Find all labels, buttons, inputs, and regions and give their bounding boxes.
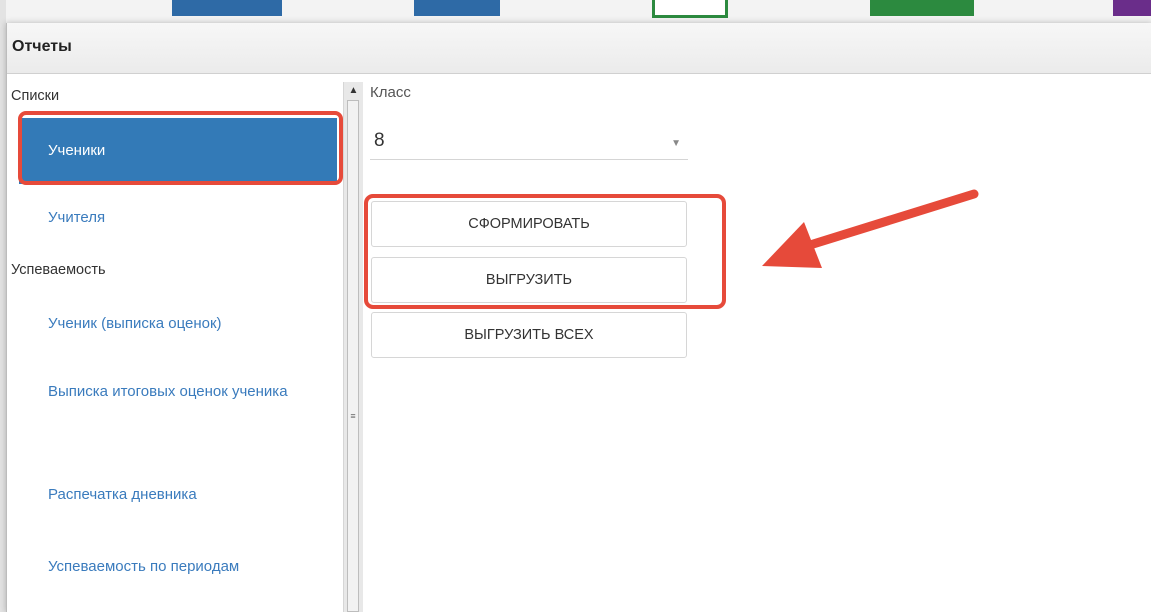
- background-tile-icon: [414, 0, 500, 16]
- scroll-up-arrow-icon[interactable]: ▲: [344, 82, 363, 99]
- group-label-performance: Успеваемость: [11, 262, 106, 278]
- sidebar-item-teachers[interactable]: Учителя: [16, 202, 337, 234]
- scrollbar-thumb[interactable]: ≡: [347, 100, 359, 612]
- background-tile-icon: [172, 0, 282, 16]
- grip-icon: ≡: [350, 411, 356, 421]
- background-tile-icon: [1113, 0, 1151, 16]
- sidebar-item-period-performance[interactable]: Успеваемость по периодам: [16, 551, 337, 583]
- group-label-lists: Списки: [11, 88, 60, 104]
- dialog-title: Отчеты: [12, 38, 72, 55]
- chevron-down-icon[interactable]: ▼: [671, 138, 681, 149]
- background-tile-icon: [652, 0, 728, 18]
- sidebar-item-final-grades[interactable]: Выписка итоговых оценок ученика: [16, 375, 296, 409]
- dialog-header: Отчеты: [7, 23, 1151, 74]
- sidebar-item-students[interactable]: Ученики: [19, 118, 337, 184]
- screen: Отчеты Списки Ученики Учителя Успеваемос…: [0, 0, 1151, 612]
- class-label: Класс: [370, 84, 411, 101]
- export-all-button[interactable]: ВЫГРУЗИТЬ ВСЕХ: [371, 312, 687, 358]
- reports-sidebar: Списки Ученики Учителя Успеваемость Учен…: [8, 74, 345, 612]
- class-select-value: 8: [374, 130, 385, 151]
- sidebar-scrollbar[interactable]: ▲ ≡: [343, 82, 363, 612]
- background-app-toolbar: [0, 0, 1151, 24]
- annotation-arrow-icon: [762, 189, 979, 268]
- export-button[interactable]: ВЫГРУЗИТЬ: [371, 257, 687, 303]
- background-tile-icon: [870, 0, 974, 16]
- sidebar-item-student-grades[interactable]: Ученик (выписка оценок): [16, 308, 337, 340]
- sidebar-item-diary-print[interactable]: Распечатка дневника: [16, 479, 337, 511]
- generate-button[interactable]: СФОРМИРОВАТЬ: [371, 201, 687, 247]
- class-select[interactable]: 8 ▼: [370, 128, 688, 160]
